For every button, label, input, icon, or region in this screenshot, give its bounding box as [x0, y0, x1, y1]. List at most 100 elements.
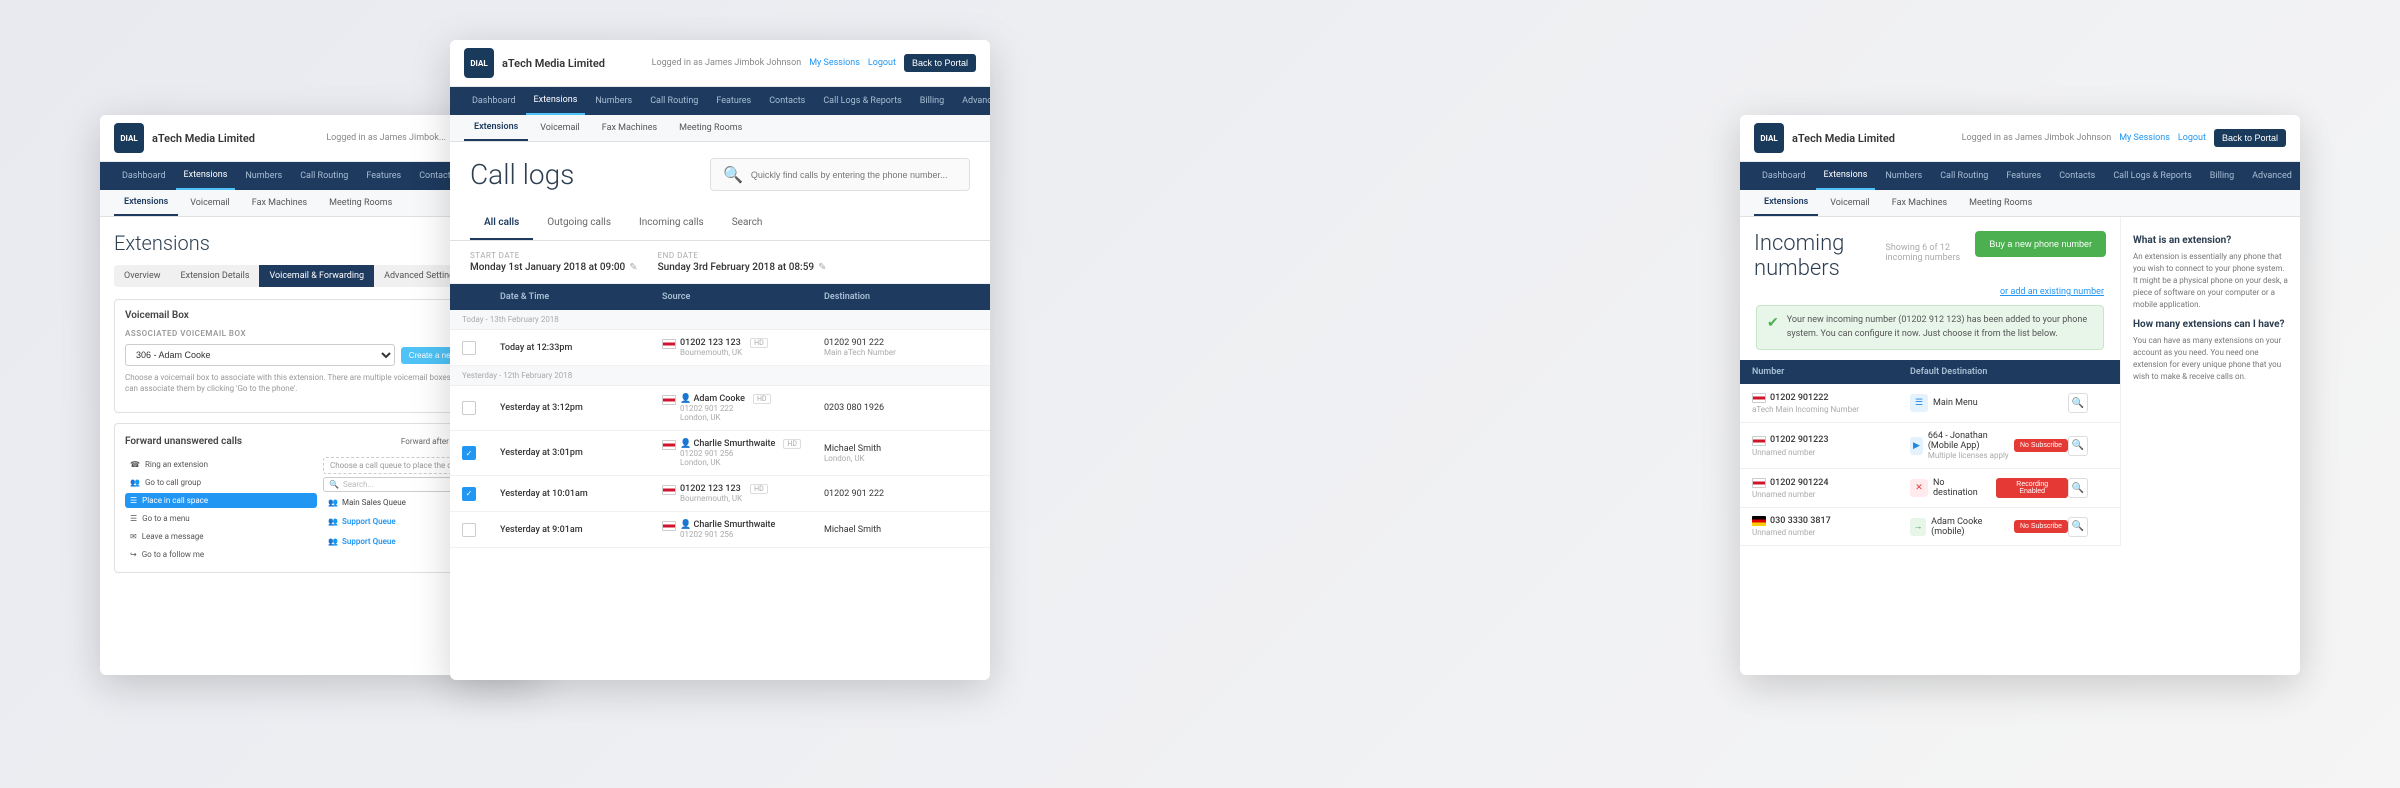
- nav-calllogs-center[interactable]: Call Logs & Reports: [815, 88, 909, 114]
- log-checkbox-3[interactable]: ✓: [462, 446, 476, 460]
- nav-numbers-center[interactable]: Numbers: [587, 88, 640, 114]
- info-q1: What is an extension?: [2133, 235, 2288, 246]
- log-checkbox-5[interactable]: [462, 523, 476, 537]
- nav-advanced-right[interactable]: Advanced: [2244, 163, 2300, 189]
- search-btn-3[interactable]: 🔍: [2068, 478, 2088, 498]
- tab-overview[interactable]: Overview: [114, 265, 170, 287]
- forward-option-callspace[interactable]: ☰ Place in call space: [125, 493, 317, 508]
- nav-extensions-center[interactable]: Extensions: [526, 87, 586, 115]
- subnav-fax-right[interactable]: Fax Machines: [1882, 191, 1957, 215]
- nav-advanced-center[interactable]: Advanced: [954, 88, 990, 114]
- nav-extensions-left[interactable]: Extensions: [176, 162, 236, 190]
- nav-numbers-right[interactable]: Numbers: [1877, 163, 1930, 189]
- voicemail-select[interactable]: 306 - Adam Cooke: [125, 344, 395, 366]
- nav-billing-center[interactable]: Billing: [912, 88, 952, 114]
- log-header-source: Source: [662, 292, 816, 302]
- logo-area-right: DIAL aTech Media Limited: [1754, 123, 1895, 153]
- dest-text-4: Adam Cooke (mobile): [1931, 517, 2009, 537]
- source-loc-4: Bournemouth, UK: [680, 494, 742, 503]
- topbar-center: DIAL aTech Media Limited Logged in as Ja…: [450, 40, 990, 87]
- nav-contacts-right[interactable]: Contacts: [2051, 163, 2103, 189]
- nav-dashboard-center[interactable]: Dashboard: [464, 88, 524, 114]
- number-cell-4: 030 3330 3817 Unnamed number: [1752, 516, 1910, 537]
- tab-incoming-calls[interactable]: Incoming calls: [625, 207, 718, 240]
- nav-dashboard-right[interactable]: Dashboard: [1754, 163, 1814, 189]
- start-date-edit-icon[interactable]: ✎: [629, 262, 637, 273]
- search-btn-2[interactable]: 🔍: [2068, 436, 2088, 456]
- subnav-voicemail-center[interactable]: Voicemail: [530, 116, 590, 140]
- tab-voicemail-forwarding[interactable]: Voicemail & Forwarding: [259, 265, 374, 287]
- log-checkbox-4[interactable]: ✓: [462, 487, 476, 501]
- subnav-extensions-left[interactable]: Extensions: [114, 190, 178, 216]
- nav-billing-right[interactable]: Billing: [2202, 163, 2242, 189]
- subnav-fax-left[interactable]: Fax Machines: [242, 191, 317, 215]
- subnav-meeting-center[interactable]: Meeting Rooms: [669, 116, 752, 140]
- log-checkbox-1[interactable]: [462, 341, 476, 355]
- forward-option-ring[interactable]: ☎ Ring an extension: [125, 457, 317, 472]
- nav-numbers-left[interactable]: Numbers: [237, 163, 290, 189]
- add-existing-link[interactable]: or add an existing number: [1740, 287, 2120, 297]
- number-main-3: 01202 901224: [1752, 477, 1910, 488]
- subnav-meeting-right[interactable]: Meeting Rooms: [1959, 191, 2042, 215]
- nav-callrouting-left[interactable]: Call Routing: [292, 163, 356, 189]
- no-subscribe-btn-4[interactable]: No Subscribe: [2014, 520, 2068, 533]
- end-date-edit-icon[interactable]: ✎: [818, 262, 826, 273]
- nav-features-center[interactable]: Features: [708, 88, 759, 114]
- nav-features-left[interactable]: Features: [358, 163, 409, 189]
- back-portal-btn-center[interactable]: Back to Portal: [904, 54, 976, 72]
- recording-btn-3[interactable]: Recording Enabled: [1996, 478, 2068, 498]
- search-btn-4[interactable]: 🔍: [2068, 517, 2088, 537]
- dial-logo-center: DIAL: [464, 48, 494, 78]
- followme-icon: ↪: [130, 550, 137, 559]
- subnav-meeting-left[interactable]: Meeting Rooms: [319, 191, 402, 215]
- tab-search-calls[interactable]: Search: [718, 207, 777, 240]
- subnav-voicemail-left[interactable]: Voicemail: [180, 191, 240, 215]
- nav-features-right[interactable]: Features: [1998, 163, 2049, 189]
- nav-contacts-center[interactable]: Contacts: [761, 88, 813, 114]
- source-city-2: London, UK: [680, 413, 745, 422]
- search-btn-1[interactable]: 🔍: [2068, 393, 2088, 413]
- tab-all-calls[interactable]: All calls: [470, 207, 533, 240]
- source-details-2: 👤 Adam Cooke 01202 901 222 London, UK: [680, 394, 745, 422]
- nav-dashboard-left[interactable]: Dashboard: [114, 163, 174, 189]
- back-portal-btn-right[interactable]: Back to Portal: [2214, 129, 2286, 147]
- log-time-1: Today at 12:33pm: [500, 343, 654, 353]
- menu-icon: ☰: [130, 514, 137, 523]
- calllogs-search-input[interactable]: [751, 170, 957, 180]
- flag-uk-3: [662, 440, 676, 450]
- info-a1: An extension is essentially any phone th…: [2133, 251, 2288, 311]
- tab-ext-details[interactable]: Extension Details: [170, 265, 259, 287]
- no-subscribe-btn-2[interactable]: No Subscribe: [2014, 439, 2068, 452]
- buy-phone-btn[interactable]: Buy a new phone number: [1975, 231, 2106, 257]
- subnav-extensions-center[interactable]: Extensions: [464, 115, 528, 141]
- subnav-voicemail-right[interactable]: Voicemail: [1820, 191, 1880, 215]
- log-group-today: Today - 13th February 2018: [450, 310, 990, 330]
- dest-icon-1: ☰: [1910, 394, 1928, 412]
- forward-option-message[interactable]: ✉ Leave a message: [125, 529, 317, 544]
- tab-outgoing-calls[interactable]: Outgoing calls: [533, 207, 625, 240]
- nav-calllogs-right[interactable]: Call Logs & Reports: [2105, 163, 2199, 189]
- nav-extensions-right[interactable]: Extensions: [1816, 162, 1876, 190]
- number-label-1: aTech Main Incoming Number: [1752, 405, 1910, 414]
- nav-callrouting-right[interactable]: Call Routing: [1932, 163, 1996, 189]
- my-sessions-right[interactable]: My Sessions: [2119, 133, 2170, 143]
- log-dest-2: 0203 080 1926: [824, 403, 978, 413]
- logout-right[interactable]: Logout: [2178, 133, 2206, 143]
- forward-option-menu[interactable]: ☰ Go to a menu: [125, 511, 317, 526]
- flag-uk-r3: [1752, 478, 1766, 488]
- number-label-3: Unnamed number: [1752, 490, 1910, 499]
- source-details-4: 01202 123 123 Bournemouth, UK: [680, 484, 742, 503]
- flag-uk-1: [662, 339, 676, 349]
- subnav-fax-center[interactable]: Fax Machines: [592, 116, 667, 140]
- calllogs-tabs: All calls Outgoing calls Incoming calls …: [450, 207, 990, 241]
- log-checkbox-2[interactable]: [462, 401, 476, 415]
- logout-center[interactable]: Logout: [868, 58, 896, 68]
- number-row-4: 030 3330 3817 Unnamed number → Adam Cook…: [1740, 508, 2120, 546]
- nav-callrouting-center[interactable]: Call Routing: [642, 88, 706, 114]
- forward-option-callgroup[interactable]: 👥 Go to call group: [125, 475, 317, 490]
- calllogs-header-area: Call logs 🔍: [450, 142, 990, 207]
- dest-cell-1: ☰ Main Menu: [1910, 394, 2068, 412]
- my-sessions-center[interactable]: My Sessions: [809, 58, 860, 68]
- subnav-extensions-right[interactable]: Extensions: [1754, 190, 1818, 216]
- forward-option-followme[interactable]: ↪ Go to a follow me: [125, 547, 317, 562]
